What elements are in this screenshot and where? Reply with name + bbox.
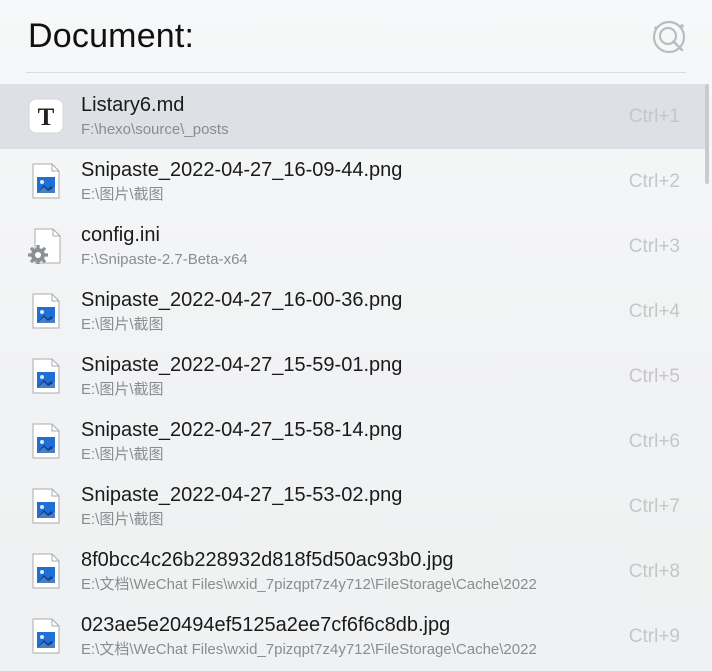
config-file-icon xyxy=(28,228,64,265)
result-row[interactable]: 8f0bcc4c26b228932d818f5d50ac93b0.jpg E:\文… xyxy=(0,539,708,604)
result-shortcut: Ctrl+9 xyxy=(628,626,680,647)
result-file-path: E:\文档\WeChat Files\wxid_7pizqpt7z4y712\F… xyxy=(81,576,537,593)
result-file-path: E:\图片\截图 xyxy=(81,446,164,463)
result-file-name: config.ini xyxy=(81,224,160,246)
result-shortcut: Ctrl+6 xyxy=(628,431,680,452)
result-row[interactable]: Snipaste_2022-04-27_16-09-44.png E:\图片\截图… xyxy=(0,149,708,214)
result-row[interactable]: Snipaste_2022-04-27_15-59-01.png E:\图片\截图… xyxy=(0,344,708,409)
image-file-icon xyxy=(28,553,64,589)
result-file-name: Snipaste_2022-04-27_15-59-01.png xyxy=(81,354,403,376)
result-file-path: E:\图片\截图 xyxy=(81,316,164,333)
result-file-name: 023ae5e20494ef5125a2ee7cf6f6c8db.jpg xyxy=(81,614,451,636)
result-file-name: Snipaste_2022-04-27_15-58-14.png xyxy=(81,419,403,441)
text-file-icon: T xyxy=(28,98,64,134)
result-shortcut: Ctrl+7 xyxy=(628,496,680,517)
result-file-path: F:\hexo\source\_posts xyxy=(81,121,229,138)
image-file-icon xyxy=(28,423,64,459)
result-file-path: F:\Snipaste-2.7-Beta-x64 xyxy=(81,251,248,268)
image-file-icon xyxy=(28,358,64,394)
result-file-path: E:\图片\截图 xyxy=(81,381,164,398)
result-shortcut: Ctrl+2 xyxy=(628,171,680,192)
header-divider xyxy=(26,72,686,73)
result-file-name: Listary6.md xyxy=(81,94,185,116)
result-row[interactable]: Snipaste_2022-04-27_15-53-02.png E:\图片\截图… xyxy=(0,474,708,539)
image-file-icon xyxy=(28,163,64,199)
result-shortcut: Ctrl+1 xyxy=(628,106,680,127)
results-list: T Listary6.md F:\hexo\source\_posts Ctrl+1… xyxy=(0,84,708,669)
result-file-name: Snipaste_2022-04-27_16-00-36.png xyxy=(81,289,403,311)
result-shortcut: Ctrl+3 xyxy=(628,236,680,257)
result-file-path: E:\文档\WeChat Files\wxid_7pizqpt7z4y712\F… xyxy=(81,641,537,658)
search-magnifier-glyph xyxy=(652,20,686,54)
result-file-name: Snipaste_2022-04-27_16-09-44.png xyxy=(81,159,403,181)
listary-search-panel: Document: T Listary6.md F:\hexo\source\_p… xyxy=(0,0,712,671)
result-shortcut: Ctrl+5 xyxy=(628,366,680,387)
result-row[interactable]: Snipaste_2022-04-27_15-58-14.png E:\图片\截图… xyxy=(0,409,708,474)
search-magnifier-icon[interactable] xyxy=(648,16,690,58)
search-query[interactable]: Document: xyxy=(28,14,194,58)
result-shortcut: Ctrl+4 xyxy=(628,301,680,322)
image-file-icon xyxy=(28,488,64,524)
result-file-name: Snipaste_2022-04-27_15-53-02.png xyxy=(81,484,403,506)
result-row[interactable]: config.ini F:\Snipaste-2.7-Beta-x64 Ctrl+3 xyxy=(0,214,708,279)
image-file-icon xyxy=(28,618,64,654)
result-file-name: 8f0bcc4c26b228932d818f5d50ac93b0.jpg xyxy=(81,549,454,571)
result-shortcut: Ctrl+8 xyxy=(628,561,680,582)
svg-text:T: T xyxy=(38,104,55,131)
image-file-icon xyxy=(28,293,64,329)
result-file-path: E:\图片\截图 xyxy=(81,186,164,203)
result-file-path: E:\图片\截图 xyxy=(81,511,164,528)
search-header: Document: xyxy=(0,0,712,72)
result-row[interactable]: T Listary6.md F:\hexo\source\_posts Ctrl+1 xyxy=(0,84,708,149)
results-scrollbar[interactable] xyxy=(705,84,709,184)
result-row[interactable]: 023ae5e20494ef5125a2ee7cf6f6c8db.jpg E:\文… xyxy=(0,604,708,669)
result-row[interactable]: Snipaste_2022-04-27_16-00-36.png E:\图片\截图… xyxy=(0,279,708,344)
